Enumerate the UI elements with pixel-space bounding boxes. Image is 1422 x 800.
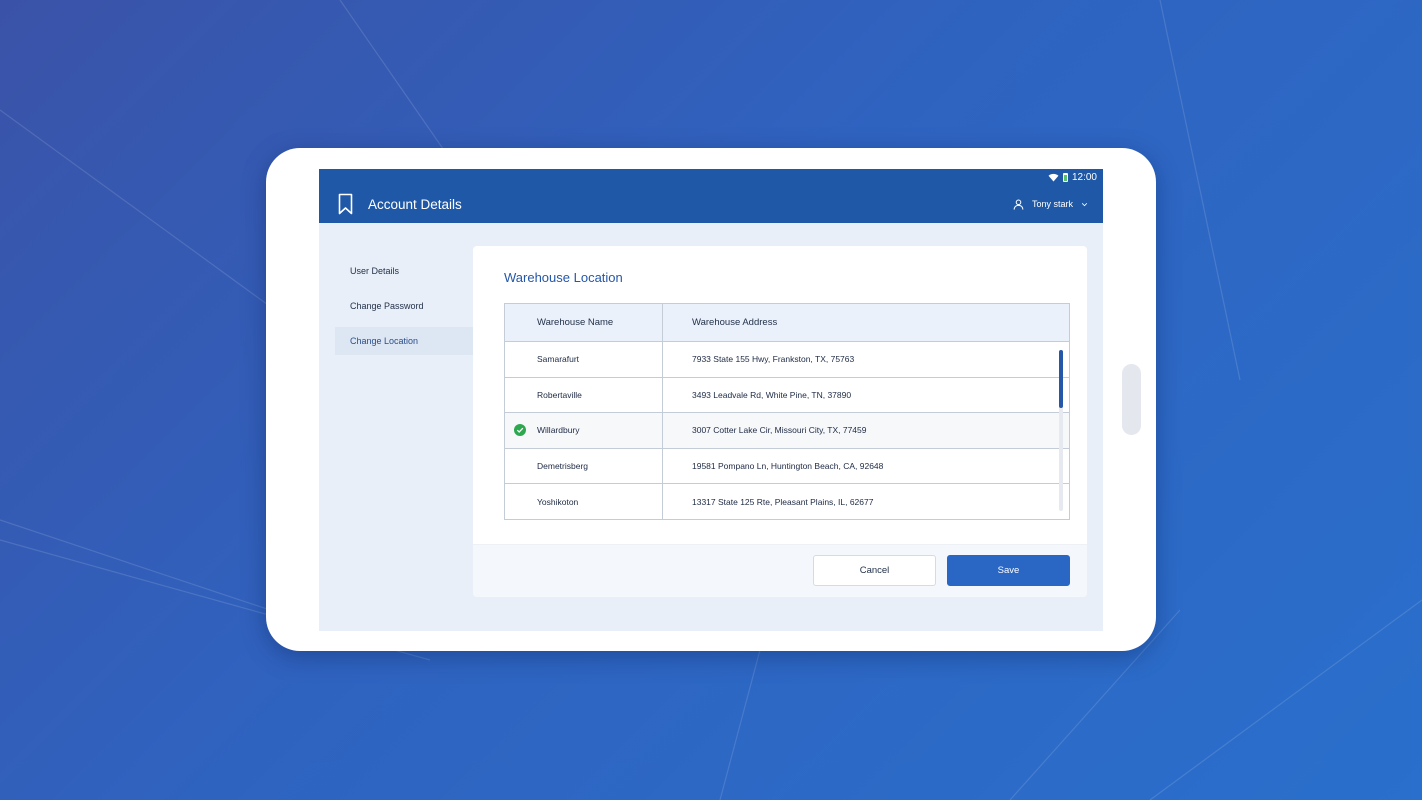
user-menu[interactable]: Tony stark [1013,199,1088,210]
sidebar-item-user-details[interactable]: User Details [335,257,473,285]
wifi-icon [1048,173,1059,182]
warehouse-address-cell: 19581 Pompano Ln, Huntington Beach, CA, … [692,460,884,471]
table-row[interactable]: Robertaville 3493 Leadvale Rd, White Pin… [505,377,1069,413]
table-header: Warehouse Name Warehouse Address [505,304,1069,342]
warehouse-name-cell: Demetrisberg [505,448,663,483]
warehouse-address-cell: 13317 State 125 Rte, Pleasant Plains, IL… [692,496,874,507]
status-bar: 12:00 [319,169,1103,185]
app-screen: 12:00 Account Details Tony stark User De… [319,169,1103,631]
battery-icon [1062,172,1068,182]
sidebar-item-label: Change Location [350,336,419,346]
user-icon [1013,199,1024,210]
table-row[interactable]: Yoshikoton 13317 State 125 Rte, Pleasant… [505,484,1069,519]
header-warehouse-name: Warehouse Name [505,304,663,341]
cancel-button[interactable]: Cancel [813,555,936,586]
chevron-down-icon [1081,202,1088,206]
warehouse-name-cell: Robertaville [505,377,663,412]
sidebar-item-change-location[interactable]: Change Location [335,327,473,355]
sidebar-item-label: Change Password [350,301,424,311]
sidebar-nav: User Details Change Password Change Loca… [335,257,473,362]
warehouse-name-cell: Willardbury [505,413,663,448]
warehouse-address-cell: 7933 State 155 Hwy, Frankston, TX, 75763 [692,354,855,365]
bookmark-logo-icon [338,193,353,215]
scrollbar-thumb[interactable] [1059,350,1063,408]
table-row[interactable]: Demetrisberg 19581 Pompano Ln, Huntingto… [505,448,1069,484]
tablet-home-button[interactable] [1122,364,1141,435]
table-row[interactable]: Samarafurt 7933 State 155 Hwy, Frankston… [505,342,1069,378]
page-title: Account Details [368,196,462,212]
sidebar-item-change-password[interactable]: Change Password [335,292,473,320]
warehouse-location-panel: Warehouse Location Warehouse Name Wareho… [473,246,1087,597]
header-warehouse-address: Warehouse Address [692,317,778,328]
panel-title: Warehouse Location [504,270,623,285]
warehouse-name-text: Willardbury [537,425,580,436]
save-button[interactable]: Save [947,555,1070,586]
app-bar: Account Details Tony stark [319,185,1103,223]
warehouse-address-cell: 3007 Cotter Lake Cir, Missouri City, TX,… [692,425,867,436]
check-circle-icon [514,424,526,437]
warehouse-name-cell: Yoshikoton [505,484,663,519]
warehouse-table: Warehouse Name Warehouse Address Samaraf… [504,303,1070,520]
panel-footer: Cancel Save [473,544,1087,597]
table-row-selected[interactable]: Willardbury 3007 Cotter Lake Cir, Missou… [505,413,1069,449]
warehouse-address-cell: 3493 Leadvale Rd, White Pine, TN, 37890 [692,389,852,400]
sidebar-item-label: User Details [350,266,400,276]
user-name: Tony stark [1031,199,1073,209]
status-time: 12:00 [1071,171,1097,183]
warehouse-name-cell: Samarafurt [505,342,663,377]
